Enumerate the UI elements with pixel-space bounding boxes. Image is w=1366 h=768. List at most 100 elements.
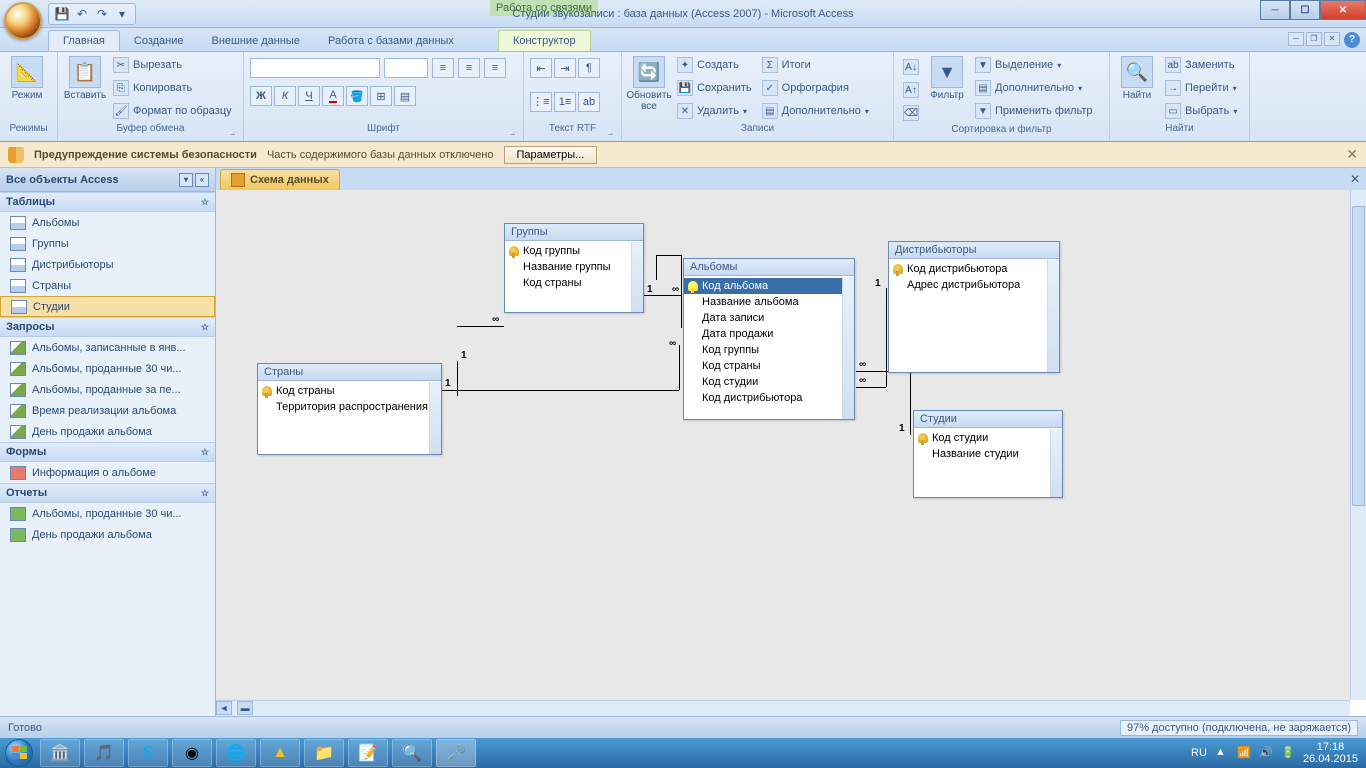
field-row[interactable]: Код страны [505, 275, 643, 291]
nav-item[interactable]: Альбомы, проданные 30 чи... [0, 358, 215, 379]
bold-button[interactable]: Ж [250, 86, 272, 106]
toggle-filter-button[interactable]: ▼Применить фильтр [972, 100, 1096, 122]
field-row[interactable]: Код группы [684, 342, 854, 358]
ribbon-tab-home[interactable]: Главная [48, 30, 120, 51]
field-row[interactable]: Название группы [505, 259, 643, 275]
field-row[interactable]: Код страны [258, 383, 441, 399]
new-record-button[interactable]: ✦Создать [674, 54, 755, 76]
nav-item[interactable]: Группы [0, 233, 215, 254]
mdi-close[interactable]: ✕ [1324, 32, 1340, 46]
tray-clock[interactable]: 17:18 26.04.2015 [1303, 741, 1358, 765]
table-scrollbar[interactable] [429, 382, 441, 454]
delete-record-button[interactable]: ✕Удалить ▾ [674, 100, 755, 122]
diagram-table-groups[interactable]: Группы Код группы Название группы Код ст… [504, 223, 644, 313]
indent-dec-icon[interactable]: ⇤ [530, 58, 552, 78]
bullets-icon[interactable]: ⋮≡ [530, 92, 552, 112]
alt-row-button[interactable]: ▤ [394, 86, 416, 106]
nav-item[interactable]: Альбомы [0, 212, 215, 233]
mdi-minimize[interactable]: ─ [1288, 32, 1304, 46]
document-tab-close-icon[interactable]: ✕ [1350, 172, 1360, 186]
diagram-table-countries[interactable]: Страны Код страны Территория распростран… [257, 363, 442, 455]
tray-flag-icon[interactable]: ▲ [1215, 746, 1229, 760]
nav-pane-header[interactable]: Все объекты Access ▾ « [0, 168, 215, 192]
align-left-icon[interactable]: ≡ [432, 58, 454, 78]
table-scrollbar[interactable] [631, 242, 643, 312]
table-scrollbar[interactable] [842, 277, 854, 419]
taskbar-item[interactable]: S [128, 739, 168, 767]
undo-icon[interactable]: ↶ [73, 5, 91, 23]
nav-item[interactable]: Информация о альбоме [0, 462, 215, 483]
field-row[interactable]: Название студии [914, 446, 1062, 462]
ltr-icon[interactable]: ¶ [578, 58, 600, 78]
nav-group-header[interactable]: Таблицы☆ [0, 192, 215, 212]
relationships-canvas[interactable]: 1 ∞ 1 ∞ 1 ∞ ∞ 1 ∞ 1 [216, 190, 1350, 700]
ribbon-tab-external[interactable]: Внешние данные [198, 31, 314, 51]
nav-group-header[interactable]: Запросы☆ [0, 317, 215, 337]
field-row[interactable]: Дата продажи [684, 326, 854, 342]
highlight-icon[interactable]: ab [578, 92, 600, 112]
field-row[interactable]: Код группы [505, 243, 643, 259]
scroll-left-icon[interactable]: ◄ [216, 701, 232, 715]
tray-volume-icon[interactable]: 🔊 [1259, 746, 1273, 760]
qat-more-icon[interactable]: ▾ [113, 5, 131, 23]
nav-item[interactable]: Студии [0, 296, 215, 317]
find-button[interactable]: 🔍 Найти [1116, 54, 1158, 122]
scrollbar-thumb[interactable] [1352, 206, 1365, 506]
security-close-icon[interactable]: ✕ [1346, 146, 1358, 163]
taskbar-item[interactable]: 🏛️ [40, 739, 80, 767]
help-icon[interactable]: ? [1344, 32, 1360, 48]
replace-button[interactable]: abЗаменить [1162, 54, 1240, 76]
close-button[interactable]: ✕ [1320, 0, 1366, 20]
table-scrollbar[interactable] [1047, 260, 1059, 372]
maximize-button[interactable]: ☐ [1290, 0, 1320, 20]
selection-filter-button[interactable]: ▼Выделение ▾ [972, 54, 1096, 76]
font-size-combo[interactable] [384, 58, 428, 78]
nav-item[interactable]: Время реализации альбома [0, 400, 215, 421]
taskbar-item[interactable]: 📁 [304, 739, 344, 767]
sort-desc-button[interactable]: A↑ [900, 79, 922, 101]
fill-color-button[interactable]: 🪣 [346, 86, 368, 106]
field-row[interactable]: Код студии [914, 430, 1062, 446]
field-row[interactable]: Адрес дистрибьютора [889, 277, 1059, 293]
field-row[interactable]: Код страны [684, 358, 854, 374]
field-row[interactable]: Код альбома [684, 278, 854, 294]
taskbar-item[interactable]: 🔍 [392, 739, 432, 767]
nav-item[interactable]: День продажи альбома [0, 421, 215, 442]
diagram-table-albums[interactable]: Альбомы Код альбома Название альбома Дат… [683, 258, 855, 420]
nav-collapse-icon[interactable]: « [195, 173, 209, 187]
taskbar-item[interactable]: 🌐 [216, 739, 256, 767]
table-scrollbar[interactable] [1050, 429, 1062, 497]
field-row[interactable]: Код дистрибьютора [889, 261, 1059, 277]
diagram-table-studios[interactable]: Студии Код студии Название студии [913, 410, 1063, 498]
italic-button[interactable]: К [274, 86, 296, 106]
goto-button[interactable]: →Перейти ▾ [1162, 77, 1240, 99]
numbering-icon[interactable]: 1≡ [554, 92, 576, 112]
field-row[interactable]: Код студии [684, 374, 854, 390]
office-button[interactable] [4, 2, 42, 40]
ribbon-tab-design[interactable]: Конструктор [498, 30, 591, 51]
document-tab-relationships[interactable]: Схема данных [220, 169, 340, 190]
taskbar-item[interactable]: ▲ [260, 739, 300, 767]
nav-dropdown-icon[interactable]: ▾ [179, 173, 193, 187]
nav-item[interactable]: Альбомы, проданные 30 чи... [0, 503, 215, 524]
taskbar-item[interactable]: ◉ [172, 739, 212, 767]
redo-icon[interactable]: ↷ [93, 5, 111, 23]
start-button[interactable] [0, 738, 38, 768]
view-button[interactable]: 📐 Режим [6, 54, 48, 122]
vertical-scrollbar[interactable] [1350, 190, 1366, 700]
nav-item[interactable]: Альбомы, проданные за пе... [0, 379, 215, 400]
save-record-button[interactable]: 💾Сохранить [674, 77, 755, 99]
ribbon-tab-dbtools[interactable]: Работа с базами данных [314, 31, 468, 51]
minimize-button[interactable]: ─ [1260, 0, 1290, 20]
horizontal-scrollbar[interactable]: ◄ ▬ [216, 700, 1350, 716]
field-row[interactable]: Название альбома [684, 294, 854, 310]
security-options-button[interactable]: Параметры... [504, 146, 598, 164]
underline-button[interactable]: Ч [298, 86, 320, 106]
tray-battery-icon[interactable]: 🔋 [1281, 746, 1295, 760]
field-row[interactable]: Дата записи [684, 310, 854, 326]
indent-inc-icon[interactable]: ⇥ [554, 58, 576, 78]
scroll-thumb[interactable]: ▬ [237, 701, 253, 715]
language-indicator[interactable]: RU [1191, 747, 1207, 759]
align-center-icon[interactable]: ≡ [458, 58, 480, 78]
taskbar-item[interactable]: 🗝️ [436, 739, 476, 767]
